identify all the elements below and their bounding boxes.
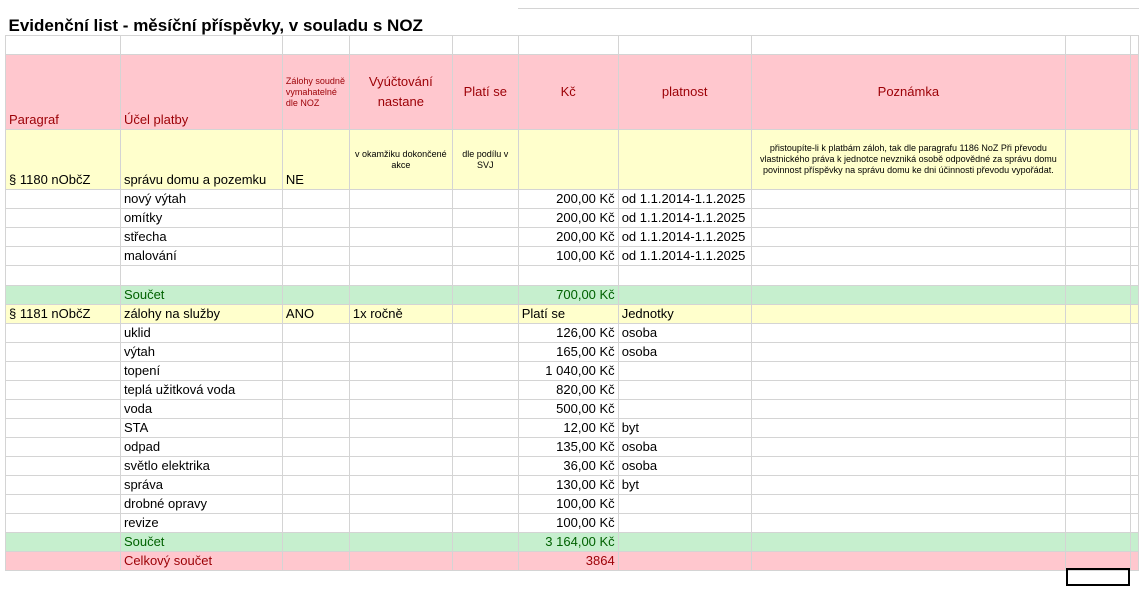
item-ucel: uklid [119,323,283,343]
item-jednotka: byt [617,418,752,438]
item-kc: 12,00 Kč [517,418,619,438]
header-ucel: Účel platby [119,54,283,130]
item-ucel: STA [119,418,283,438]
item-jednotka [617,380,752,400]
item-ucel: omítky [119,208,283,228]
item-ucel: správa [119,475,283,495]
item-platnost: od 1.1.2014-1.1.2025 [617,208,752,228]
item-ucel: střecha [119,227,283,247]
item-jednotka: osoba [617,437,752,457]
section1-vyuctovani: v okamžiku dokončené akce [348,129,453,190]
section2-zalohy: ANO [281,304,350,324]
evidence-sheet: Evidenční list - měsíční příspěvky, v so… [5,8,1139,571]
item-kc: 200,00 Kč [517,208,619,228]
item-platnost: od 1.1.2014-1.1.2025 [617,189,752,209]
item-jednotka: osoba [617,456,752,476]
section1-sum-label: Součet [119,285,283,305]
section2-sum-label: Součet [119,532,283,552]
header-paragraf: Paragraf [5,54,121,130]
item-kc: 1 040,00 Kč [517,361,619,381]
header-poznamka: Poznámka [750,54,1067,130]
cell-selection-box[interactable] [1066,568,1130,586]
total-value: 3864 [517,551,619,571]
item-kc: 100,00 Kč [517,246,619,266]
item-platnost: od 1.1.2014-1.1.2025 [617,227,752,247]
item-jednotka: osoba [617,342,752,362]
section1-paragraf: § 1180 nObčZ [5,129,121,190]
item-kc: 500,00 Kč [517,399,619,419]
header-platnost: platnost [617,54,752,130]
section2-ucel: zálohy na služby [119,304,283,324]
section1-ucel: správu domu a pozemku [119,129,283,190]
item-kc: 165,00 Kč [517,342,619,362]
header-kc: Kč [517,54,619,130]
item-kc: 135,00 Kč [517,437,619,457]
item-kc: 100,00 Kč [517,494,619,514]
header-vyuctovani: Vyúčtování nastane [348,54,453,130]
item-ucel: teplá užitková voda [119,380,283,400]
section2-kc-header: Platí se [517,304,619,324]
item-kc: 200,00 Kč [517,227,619,247]
item-kc: 820,00 Kč [517,380,619,400]
item-kc: 126,00 Kč [517,323,619,343]
item-ucel: voda [119,399,283,419]
section2-paragraf: § 1181 nObčZ [5,304,121,324]
item-ucel: světlo elektrika [119,456,283,476]
item-jednotka: byt [617,475,752,495]
item-ucel: revize [119,513,283,533]
item-kc: 100,00 Kč [517,513,619,533]
total-label: Celkový součet [119,551,283,571]
item-platnost: od 1.1.2014-1.1.2025 [617,246,752,266]
item-ucel: drobné opravy [119,494,283,514]
item-jednotka [617,399,752,419]
header-plati: Platí se [451,54,519,130]
item-ucel: nový výtah [119,189,283,209]
item-ucel: malování [119,246,283,266]
section2-platnost-header: Jednotky [617,304,752,324]
item-ucel: odpad [119,437,283,457]
section1-zalohy: NE [281,129,350,190]
item-kc: 200,00 Kč [517,189,619,209]
section1-sum-value: 700,00 Kč [517,285,619,305]
sheet-title: Evidenční list - měsíční příspěvky, v so… [8,16,423,35]
section2-vyuctovani: 1x ročně [348,304,453,324]
item-ucel: topení [119,361,283,381]
item-jednotka [617,494,752,514]
header-zalohy: Zálohy soudně vymahatelné dle NOZ [281,54,350,130]
item-jednotka [617,513,752,533]
section1-poznamka: přistoupíte-li k platbám záloh, tak dle … [750,129,1067,190]
item-jednotka [617,361,752,381]
item-jednotka: osoba [617,323,752,343]
item-kc: 36,00 Kč [517,456,619,476]
item-ucel: výtah [119,342,283,362]
section2-sum-value: 3 164,00 Kč [517,532,619,552]
section1-plati: dle podílu v SVJ [451,129,519,190]
item-kc: 130,00 Kč [517,475,619,495]
